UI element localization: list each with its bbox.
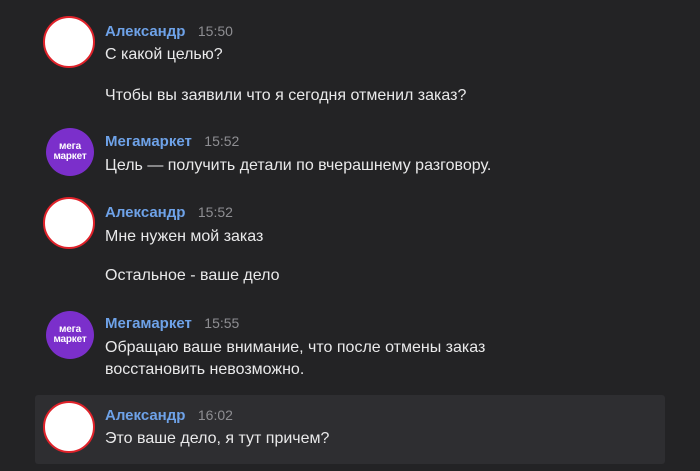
message-text: Обращаю ваше внимание, что после отмены … (105, 339, 486, 356)
user-avatar[interactable] (43, 197, 95, 249)
user-avatar[interactable] (43, 16, 95, 68)
message-header: Александр 16:02 (105, 407, 233, 427)
message-header: Александр 15:52 (105, 204, 233, 224)
message-text: С какой целью? (105, 46, 223, 63)
message-time: 15:52 (197, 204, 233, 220)
chat-message: Александр 15:52 Мне нужен мой заказ Оста… (0, 192, 700, 300)
message-text: Мне нужен мой заказ (105, 228, 264, 245)
author-name[interactable]: Мегамаркет (105, 133, 192, 150)
author-name[interactable]: Мегамаркет (105, 315, 192, 332)
chat-message: мега маркет Мегамаркет 15:55 Обращаю ваш… (0, 300, 700, 395)
chat-message-highlighted[interactable]: Александр 16:02 Это ваше дело, я тут при… (35, 395, 665, 464)
message-text: Чтобы вы заявили что я сегодня отменил з… (105, 87, 467, 104)
message-text: Остальное - ваше дело (105, 267, 280, 284)
message-header: Мегамаркет 15:55 (105, 315, 239, 335)
chat-history: Александр 15:50 С какой целью? Чтобы вы … (0, 0, 700, 471)
megamarket-avatar[interactable]: мега маркет (46, 128, 94, 176)
megamarket-avatar[interactable]: мега маркет (46, 311, 94, 359)
message-time: 15:50 (197, 23, 233, 39)
author-name[interactable]: Александр (105, 204, 185, 221)
author-name[interactable]: Александр (105, 23, 185, 40)
megamarket-logo: мега маркет (53, 324, 87, 345)
message-header: Александр 15:50 (105, 23, 233, 43)
megamarket-logo: мега маркет (53, 141, 87, 162)
chat-message: мега маркет Мегамаркет 15:52 Цель — полу… (0, 120, 700, 192)
chat-message: Александр 15:50 С какой целью? Чтобы вы … (0, 0, 700, 120)
message-time: 15:55 (204, 315, 240, 331)
message-time: 16:02 (197, 407, 233, 423)
message-text: Цель — получить детали по вчерашнему раз… (105, 157, 492, 174)
message-time: 15:52 (204, 133, 240, 149)
message-text: восстановить невозможно. (105, 361, 305, 378)
author-name[interactable]: Александр (105, 407, 185, 424)
message-header: Мегамаркет 15:52 (105, 133, 239, 153)
user-avatar[interactable] (43, 401, 95, 453)
message-text: Это ваше дело, я тут причем? (105, 430, 330, 447)
